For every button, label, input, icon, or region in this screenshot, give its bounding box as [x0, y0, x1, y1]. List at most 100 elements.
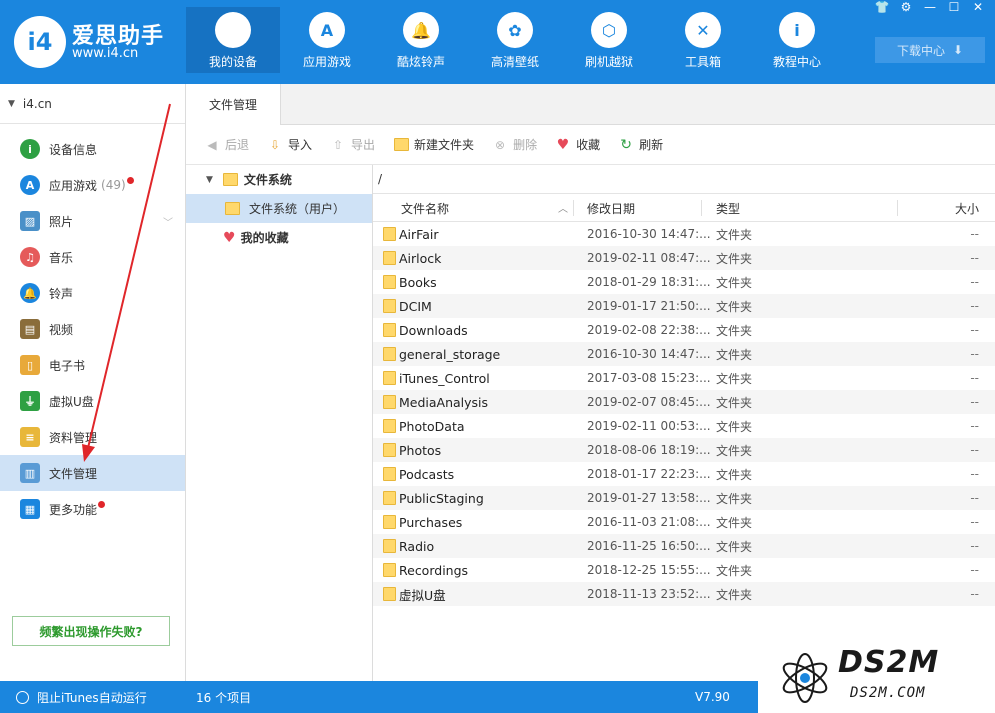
- nav-item-1[interactable]: A 应用游戏: [280, 7, 374, 73]
- device-selector[interactable]: ▼ i4.cn: [0, 84, 185, 124]
- sidebar-item-7[interactable]: ⏚ 虚拟U盘: [0, 383, 185, 419]
- table-row[interactable]: Purchases 2016-11-03 21:08:... 文件夹 --: [373, 510, 995, 534]
- tree-root-label: 文件系统: [243, 173, 292, 187]
- table-row[interactable]: iTunes_Control 2017-03-08 15:23:... 文件夹 --: [373, 366, 995, 390]
- refresh-button[interactable]: ↻ 刷新: [618, 136, 663, 153]
- nav-item-6[interactable]: i 教程中心: [750, 7, 844, 73]
- sidebar-item-1[interactable]: A 应用游戏 (49): [0, 167, 185, 203]
- header-name-label: 文件名称: [401, 201, 450, 216]
- sidebar-item-label: 虚拟U盘: [49, 394, 94, 409]
- nav-label: 酷炫铃声: [396, 55, 445, 69]
- maximize-icon[interactable]: ☐: [945, 0, 963, 14]
- nav-label: 应用游戏: [302, 55, 351, 69]
- delete-icon: ⊗: [495, 137, 506, 152]
- header-name[interactable]: 文件名称: [401, 194, 449, 222]
- caret-down-icon: ▼: [206, 174, 213, 185]
- table-row[interactable]: PhotoData 2019-02-11 00:53:... 文件夹 --: [373, 414, 995, 438]
- file-name-cell: iTunes_Control: [383, 366, 490, 390]
- brand-url: www.i4.cn: [72, 46, 139, 61]
- new-folder-button[interactable]: 新建文件夹: [393, 136, 474, 153]
- header-type[interactable]: 类型: [716, 194, 740, 222]
- bell-icon: 🔔: [20, 283, 40, 303]
- file-name: 虚拟U盘: [399, 587, 446, 603]
- file-type: 文件夹: [716, 539, 753, 554]
- sidebar-item-8[interactable]: ≡ 资料管理: [0, 419, 185, 455]
- header-date[interactable]: 修改日期: [587, 194, 635, 222]
- nav-item-3[interactable]: ✿ 高清壁纸: [468, 7, 562, 73]
- file-size: --: [970, 515, 979, 529]
- table-row[interactable]: AirFair 2016-10-30 14:47:... 文件夹 --: [373, 222, 995, 246]
- nav-item-0[interactable]: 我的设备: [186, 7, 280, 73]
- file-date: 2019-02-07 08:45:...: [587, 395, 711, 409]
- tree-item-favorites[interactable]: ♥ 我的收藏: [186, 223, 372, 252]
- table-row[interactable]: MediaAnalysis 2019-02-07 08:45:... 文件夹 --: [373, 390, 995, 414]
- file-size: --: [970, 587, 979, 601]
- file-type: 文件夹: [716, 323, 753, 338]
- nav-label: 刷机越狱: [584, 55, 633, 69]
- download-center-button[interactable]: 下载中心 ⬇: [875, 37, 985, 63]
- sidebar-item-2[interactable]: ▨ 照片 ﹀: [0, 203, 185, 239]
- delete-button[interactable]: ⊗ 删除: [492, 136, 537, 153]
- tools-icon: ✕: [685, 12, 721, 48]
- nav-item-2[interactable]: 🔔 酷炫铃声: [374, 7, 468, 73]
- folder-icon: [383, 347, 396, 361]
- nav-item-4[interactable]: ⬡ 刷机越狱: [562, 7, 656, 73]
- import-button[interactable]: ⇩ 导入: [267, 136, 312, 153]
- close-icon[interactable]: ✕: [969, 0, 987, 14]
- table-row[interactable]: general_storage 2016-10-30 14:47:... 文件夹 --: [373, 342, 995, 366]
- sidebar-item-label: 更多功能: [49, 502, 98, 517]
- skin-icon[interactable]: 👕: [873, 0, 891, 14]
- sidebar-item-0[interactable]: i 设备信息: [0, 131, 185, 167]
- column-separator: [573, 200, 574, 216]
- favorite-button[interactable]: ♥ 收藏: [555, 136, 600, 153]
- export-button[interactable]: ⇧ 导出: [330, 136, 375, 153]
- folder-icon: [383, 419, 396, 433]
- help-button[interactable]: 频繁出现操作失败?: [12, 616, 170, 646]
- header-date-label: 修改日期: [587, 201, 636, 216]
- path-bar[interactable]: /: [373, 165, 995, 194]
- table-row[interactable]: Airlock 2019-02-11 08:47:... 文件夹 --: [373, 246, 995, 270]
- tree-item-filesystem[interactable]: ▼ 文件系统: [186, 165, 372, 194]
- table-row[interactable]: Podcasts 2018-01-17 22:23:... 文件夹 --: [373, 462, 995, 486]
- tab-file-manager[interactable]: 文件管理: [186, 84, 281, 125]
- document-icon: ≡: [20, 427, 40, 447]
- delete-label: 删除: [513, 138, 538, 152]
- file-date: 2018-01-29 18:31:...: [587, 275, 711, 289]
- sidebar-item-9[interactable]: ▥ 文件管理: [0, 455, 185, 491]
- table-row[interactable]: Recordings 2018-12-25 15:55:... 文件夹 --: [373, 558, 995, 582]
- file-date: 2019-01-27 13:58:...: [587, 491, 711, 505]
- back-label: 后退: [225, 138, 250, 152]
- file-manager-icon: ▥: [20, 463, 40, 483]
- download-center-label: 下载中心: [896, 43, 945, 58]
- table-row[interactable]: DCIM 2019-01-17 21:50:... 文件夹 --: [373, 294, 995, 318]
- nav-item-5[interactable]: ✕ 工具箱: [656, 7, 750, 73]
- sidebar-item-10[interactable]: ▦ 更多功能: [0, 491, 185, 527]
- table-row[interactable]: Downloads 2019-02-08 22:38:... 文件夹 --: [373, 318, 995, 342]
- sidebar-item-3[interactable]: ♫ 音乐: [0, 239, 185, 275]
- sidebar-item-label: 视频: [49, 322, 74, 337]
- file-size: --: [970, 419, 979, 433]
- file-name-cell: MediaAnalysis: [383, 390, 488, 414]
- file-name-cell: Podcasts: [383, 462, 454, 486]
- sidebar-item-label: 文件管理: [49, 466, 98, 481]
- table-row[interactable]: PublicStaging 2019-01-27 13:58:... 文件夹 --: [373, 486, 995, 510]
- table-row[interactable]: Photos 2018-08-06 18:19:... 文件夹 --: [373, 438, 995, 462]
- import-icon: ⇩: [269, 137, 281, 152]
- sidebar-item-6[interactable]: ▯ 电子书: [0, 347, 185, 383]
- minimize-icon[interactable]: —: [921, 0, 939, 14]
- file-type: 文件夹: [716, 395, 753, 410]
- header-size[interactable]: 大小: [955, 194, 979, 222]
- chevron-down-icon[interactable]: ﹀: [163, 214, 173, 229]
- block-itunes-option[interactable]: 阻止iTunes自动运行: [16, 681, 147, 713]
- back-button[interactable]: ◀ 后退: [204, 136, 249, 153]
- table-row[interactable]: Radio 2016-11-25 16:50:... 文件夹 --: [373, 534, 995, 558]
- sidebar-item-5[interactable]: ▤ 视频: [0, 311, 185, 347]
- file-size: --: [970, 491, 979, 505]
- sidebar-item-4[interactable]: 🔔 铃声: [0, 275, 185, 311]
- table-row[interactable]: Books 2018-01-29 18:31:... 文件夹 --: [373, 270, 995, 294]
- refresh-icon: ↻: [620, 136, 632, 153]
- file-type: 文件夹: [716, 275, 753, 290]
- settings-icon[interactable]: ⚙: [897, 0, 915, 14]
- tree-item-filesystem-user[interactable]: 文件系统（用户）: [186, 194, 372, 223]
- table-row[interactable]: 虚拟U盘 2018-11-13 23:52:... 文件夹 --: [373, 582, 995, 606]
